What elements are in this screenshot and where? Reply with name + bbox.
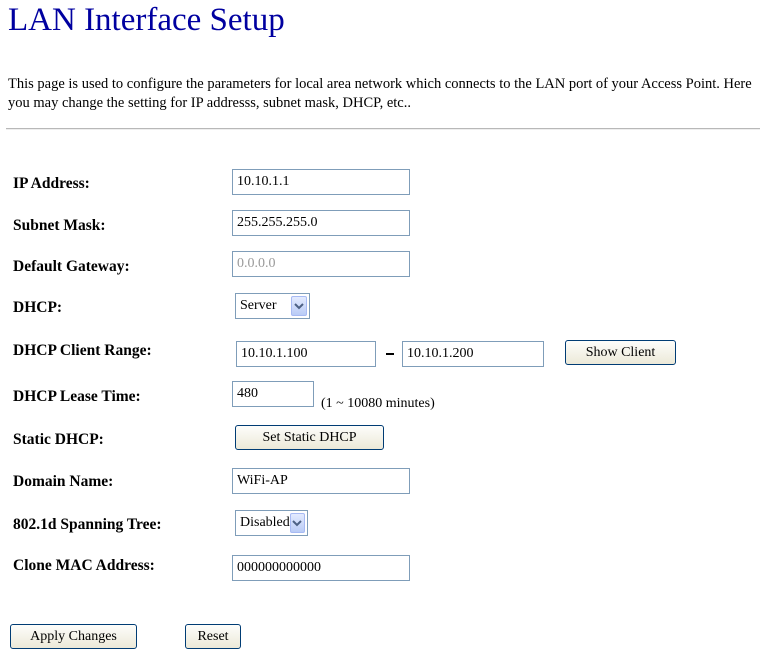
dhcp-range-end-input[interactable]	[402, 341, 544, 367]
domain-name-label: Domain Name:	[13, 473, 114, 490]
ip-address-label: IP Address:	[13, 175, 90, 192]
page-description: This page is used to configure the param…	[8, 76, 752, 111]
dhcp-select[interactable]: Server	[235, 293, 310, 319]
dhcp-lease-time-input[interactable]	[232, 381, 314, 407]
domain-name-input[interactable]	[232, 468, 410, 494]
clone-mac-input[interactable]	[232, 555, 410, 581]
subnet-mask-input[interactable]	[232, 210, 410, 236]
apply-changes-button[interactable]: Apply Changes	[10, 624, 137, 649]
clone-mac-label: Clone MAC Address:	[13, 557, 155, 574]
lease-time-hint: (1 ~ 10080 minutes)	[321, 396, 435, 411]
chevron-down-icon[interactable]	[289, 513, 305, 533]
spanning-tree-select[interactable]: Disabled	[235, 510, 308, 536]
show-client-button[interactable]: Show Client	[565, 340, 676, 365]
reset-button[interactable]: Reset	[185, 624, 241, 649]
dhcp-client-range-label: DHCP Client Range:	[13, 342, 152, 359]
dhcp-lease-time-label: DHCP Lease Time:	[13, 388, 141, 405]
dhcp-label: DHCP:	[13, 299, 63, 316]
chevron-down-icon[interactable]	[291, 296, 307, 316]
divider	[6, 128, 760, 130]
dhcp-range-start-input[interactable]	[236, 341, 376, 367]
default-gateway-input[interactable]	[232, 251, 410, 277]
spanning-tree-label: 802.1d Spanning Tree:	[13, 516, 162, 533]
spanning-tree-select-value: Disabled	[240, 515, 290, 530]
page-title: LAN Interface Setup	[8, 2, 285, 38]
set-static-dhcp-button[interactable]: Set Static DHCP	[235, 425, 384, 450]
dhcp-select-value: Server	[240, 298, 277, 313]
static-dhcp-label: Static DHCP:	[13, 431, 104, 448]
ip-address-input[interactable]	[232, 169, 410, 195]
subnet-mask-label: Subnet Mask:	[13, 217, 106, 234]
range-separator	[386, 353, 394, 355]
default-gateway-label: Default Gateway:	[13, 258, 130, 275]
